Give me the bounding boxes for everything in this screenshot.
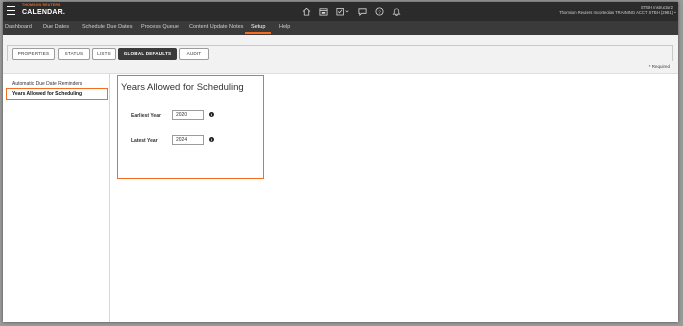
brand-company: THOMSON REUTERS [22,3,61,7]
help-icon[interactable]: ? [375,7,384,16]
menu-item-automatic-due-date-reminders[interactable]: Automatic Due Date Reminders [12,81,82,87]
menu-icon[interactable] [7,6,15,16]
tab-properties[interactable]: PROPERTIES [12,48,55,60]
user-menu[interactable]: STBH Instructor2 Thomson Reuters Incorte… [559,5,677,16]
settings-menu: Automatic Due Date Reminders Years Allow… [3,74,110,322]
nav-setup[interactable]: Setup [251,24,265,30]
calendar-icon[interactable] [319,7,328,16]
nav-dashboard[interactable]: Dashboard [5,24,32,30]
page-title: Years Allowed for Scheduling [121,82,244,93]
nav-schedule-due-dates[interactable]: Schedule Due Dates [82,24,132,30]
latest-year-label: Latest Year [131,138,158,144]
tab-audit[interactable]: AUDIT [179,48,209,60]
info-icon[interactable]: i [209,137,214,142]
nav-content-update-notes[interactable]: Content Update Notes [189,24,243,30]
nav-process-queue[interactable]: Process Queue [141,24,179,30]
tab-status[interactable]: STATUS [58,48,90,60]
earliest-year-input[interactable] [172,110,204,120]
checklist-dropdown-icon[interactable] [336,7,350,16]
app-window: THOMSON REUTERS CALENDAR. ? STBH Instruc… [3,2,678,322]
nav-help[interactable]: Help [279,24,290,30]
brand-product: CALENDAR. [22,8,66,16]
required-note: * Required [648,64,670,69]
header-icons: ? [302,6,401,17]
tabs-area: PROPERTIES STATUS LISTS GLOBAL DEFAULTS … [3,35,678,61]
tab-lists[interactable]: LISTS [92,48,116,60]
earliest-year-label: Earliest Year [131,113,161,119]
tab-global-defaults[interactable]: GLOBAL DEFAULTS [118,48,177,60]
top-bar: THOMSON REUTERS CALENDAR. ? STBH Instruc… [3,2,678,21]
home-icon[interactable] [302,7,311,16]
nav-due-dates[interactable]: Due Dates [43,24,69,30]
bell-icon[interactable] [392,7,401,16]
brand-logo[interactable]: THOMSON REUTERS CALENDAR. [22,3,66,16]
user-org: Thomson Reuters Incorteolas TRAINING ACC… [559,10,673,16]
latest-year-input[interactable] [172,135,204,145]
chevron-down-icon[interactable]: ⌄ [673,9,677,15]
main-nav: Dashboard Due Dates Schedule Due Dates P… [3,21,678,35]
required-row: * Required [3,61,678,74]
svg-text:?: ? [378,9,381,14]
menu-item-highlight [6,88,108,100]
info-icon[interactable]: i [209,112,214,117]
nav-active-indicator [245,32,271,34]
chat-icon[interactable] [358,7,367,16]
tab-strip: PROPERTIES STATUS LISTS GLOBAL DEFAULTS … [7,45,673,61]
